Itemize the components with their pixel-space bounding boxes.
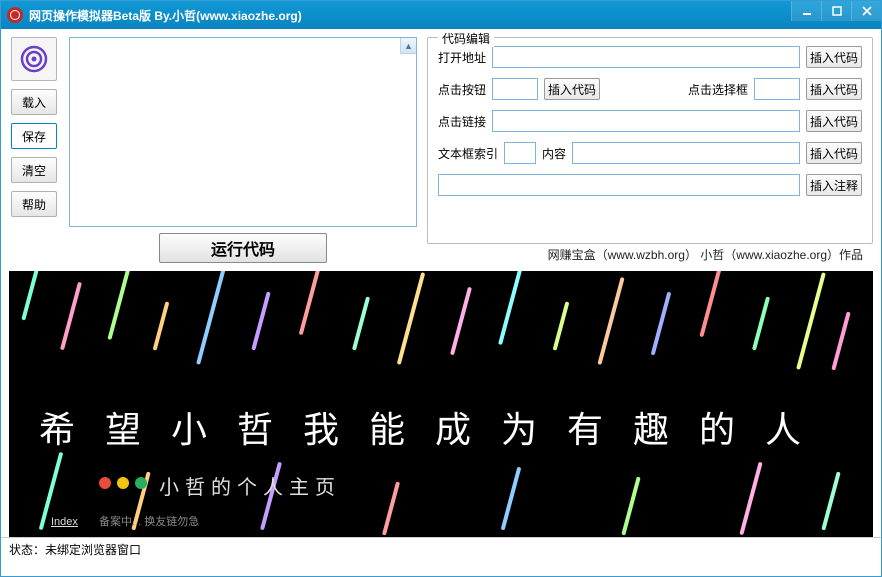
index-link[interactable]: Index (51, 516, 78, 528)
clear-button[interactable]: 清空 (11, 157, 57, 183)
browser-preview[interactable]: 希望小哲我能成为有趣的人 小哲的个人主页 Index 备案中... 换友链勿急 (9, 271, 873, 537)
app-icon (7, 7, 23, 23)
code-textarea[interactable]: ▲ (69, 37, 417, 227)
comment-row: 插入注释 (438, 174, 862, 196)
spiral-icon (19, 44, 49, 74)
content-input[interactable] (572, 142, 800, 164)
logo-button[interactable] (11, 37, 57, 81)
text-index-input[interactable] (504, 142, 536, 164)
insert-textbox-button[interactable]: 插入代码 (806, 142, 862, 164)
window-buttons (791, 1, 881, 29)
insert-click-link-button[interactable]: 插入代码 (806, 110, 862, 132)
content-label: 内容 (542, 145, 566, 162)
code-edit-panel: 代码编辑 打开地址 插入代码 点击按钮 插入代码 点击选择框 插入代码 点击链接… (427, 37, 873, 244)
load-button[interactable]: 载入 (11, 89, 57, 115)
insert-comment-button[interactable]: 插入注释 (806, 174, 862, 196)
footer-text: 备案中... 换友链勿急 (99, 516, 199, 528)
window-title: 网页操作模拟器Beta版 By.小哲(www.xiaozhe.org) (29, 7, 791, 24)
run-code-button[interactable]: 运行代码 (159, 233, 327, 263)
main-panel: 载入 保存 清空 帮助 ▲ 运行代码 代码编辑 打开地址 插入代码 点击按钮 插… (1, 29, 881, 271)
click-button-input[interactable] (492, 78, 538, 100)
left-toolbar: 载入 保存 清空 帮助 (9, 37, 59, 263)
status-bar: 状态：未绑定浏览器窗口 (1, 537, 881, 557)
page-footer-links: Index 备案中... 换友链勿急 (51, 513, 199, 529)
click-link-row: 点击链接 插入代码 (438, 110, 862, 132)
click-select-input[interactable] (754, 78, 800, 100)
insert-click-select-button[interactable]: 插入代码 (806, 78, 862, 100)
traffic-lights-icon (99, 477, 147, 489)
textbox-row: 文本框索引 内容 插入代码 (438, 142, 862, 164)
click-button-row: 点击按钮 插入代码 点击选择框 插入代码 (438, 78, 862, 100)
open-url-row: 打开地址 插入代码 (438, 46, 862, 68)
click-link-input[interactable] (492, 110, 800, 132)
click-link-label: 点击链接 (438, 113, 486, 130)
maximize-button[interactable] (821, 1, 851, 21)
scroll-up-icon[interactable]: ▲ (400, 38, 416, 54)
credit-text: 网赚宝盒（www.wzbh.org） 小哲（www.xiaozhe.org）作品 (427, 244, 873, 263)
code-area: ▲ 运行代码 (69, 37, 417, 263)
title-bar: 网页操作模拟器Beta版 By.小哲(www.xiaozhe.org) (1, 1, 881, 29)
status-label: 状态： (9, 543, 45, 557)
click-select-label: 点击选择框 (688, 81, 748, 98)
save-button[interactable]: 保存 (11, 123, 57, 149)
hero-text: 希望小哲我能成为有趣的人 (39, 401, 831, 453)
status-value: 未绑定浏览器窗口 (45, 543, 141, 557)
help-button[interactable]: 帮助 (11, 191, 57, 217)
hero-subtitle: 小哲的个人主页 (159, 471, 341, 500)
insert-click-button[interactable]: 插入代码 (544, 78, 600, 100)
click-button-label: 点击按钮 (438, 81, 486, 98)
close-button[interactable] (851, 1, 881, 21)
minimize-button[interactable] (791, 1, 821, 21)
insert-open-url-button[interactable]: 插入代码 (806, 46, 862, 68)
text-index-label: 文本框索引 (438, 145, 498, 162)
comment-input[interactable] (438, 174, 800, 196)
open-url-input[interactable] (492, 46, 800, 68)
open-url-label: 打开地址 (438, 49, 486, 66)
panel-legend: 代码编辑 (438, 30, 494, 47)
